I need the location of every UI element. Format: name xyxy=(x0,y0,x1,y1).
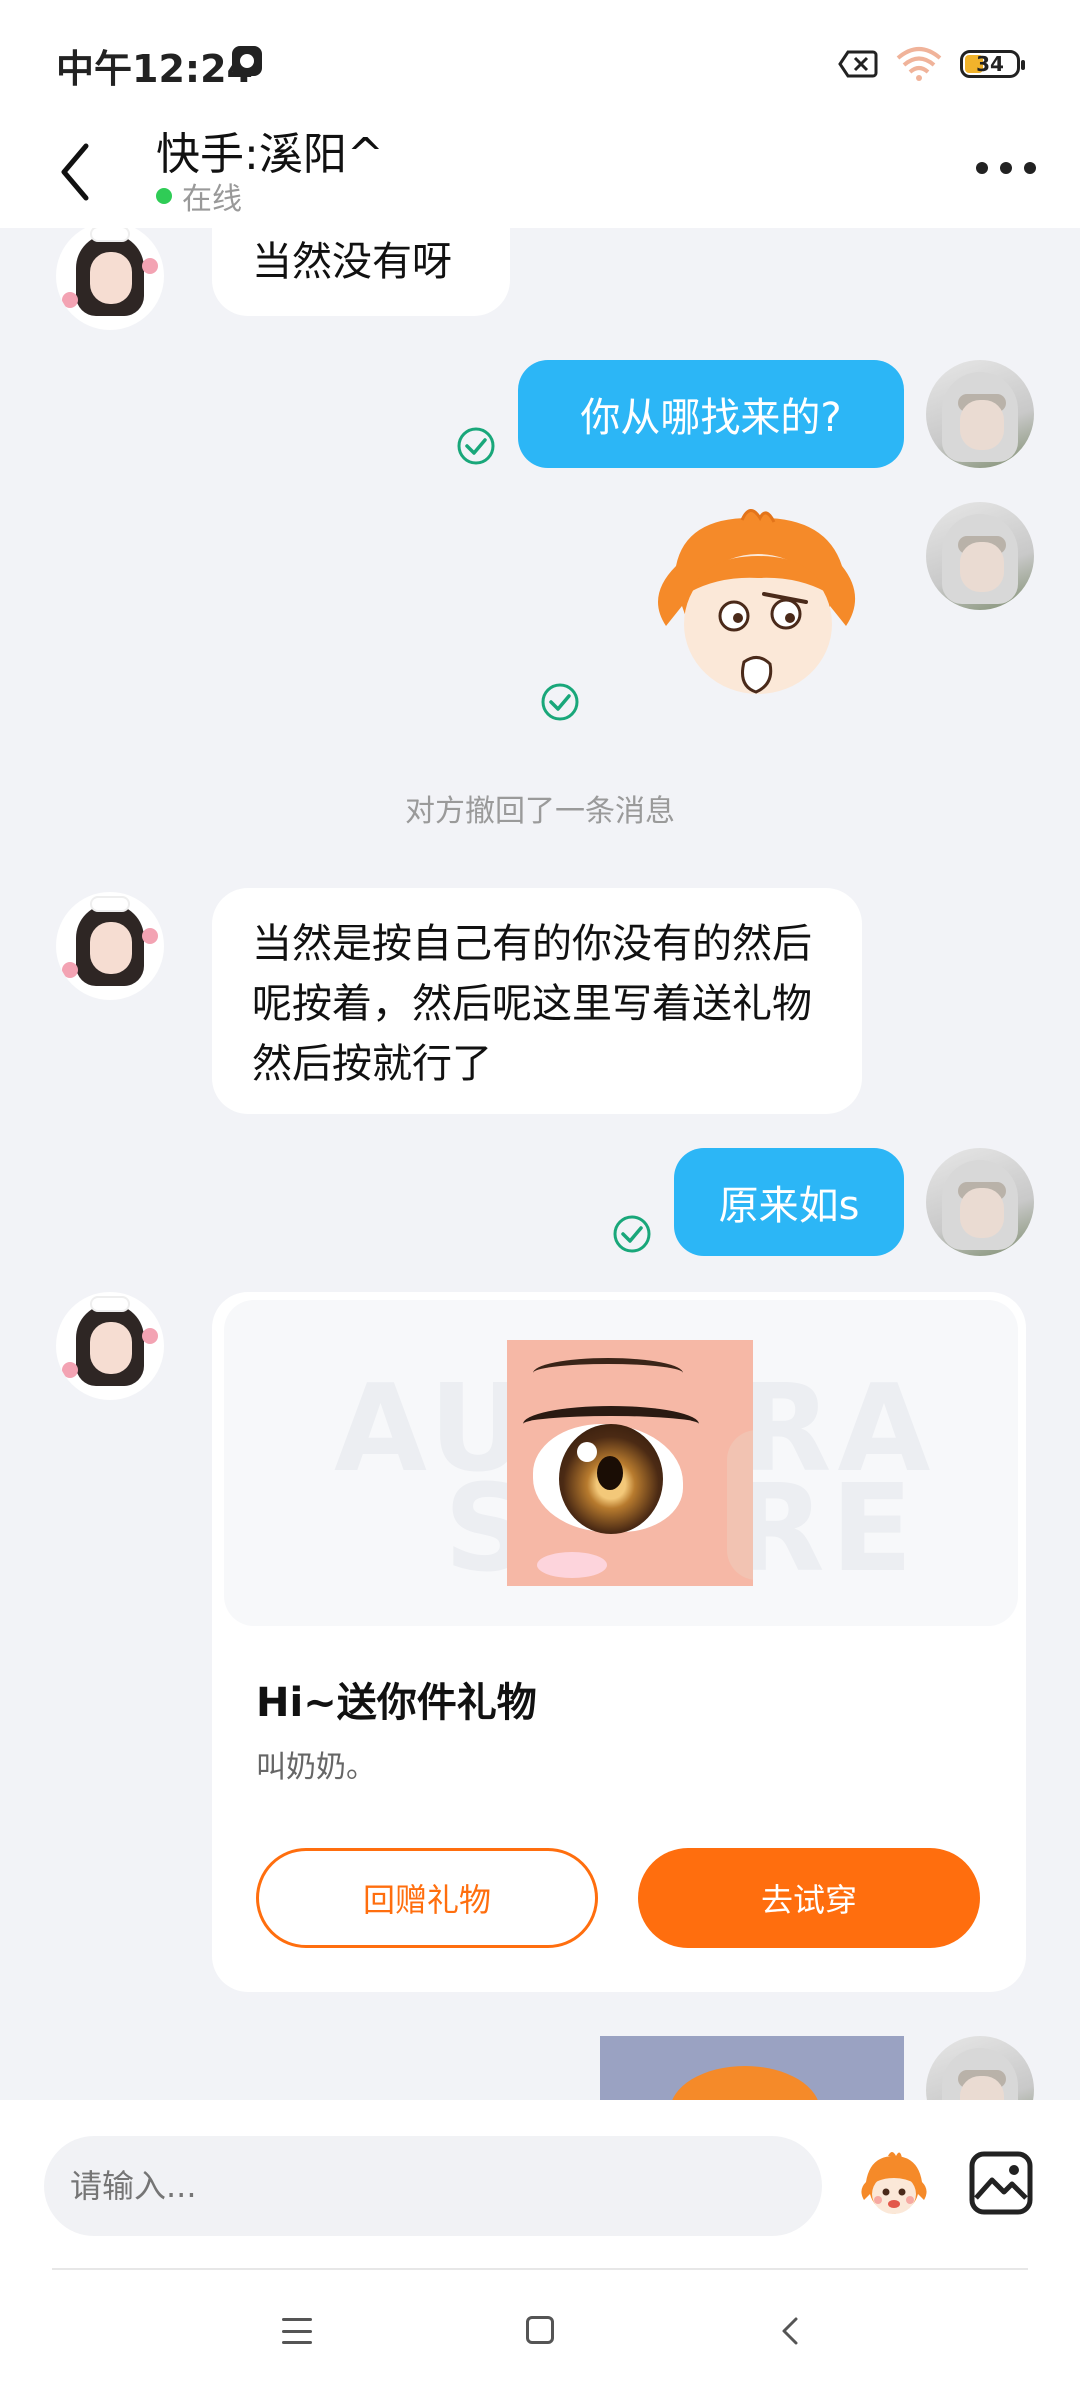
contact-avatar[interactable] xyxy=(56,228,164,330)
battery-icon: 34 xyxy=(960,50,1025,78)
online-dot-icon xyxy=(156,188,172,204)
incoming-message-bubble[interactable]: 当然没有呀 xyxy=(212,228,510,316)
message-text: 你从哪找来的? xyxy=(580,395,842,441)
read-check-icon xyxy=(541,683,579,721)
status-icons: 34 xyxy=(838,44,1025,84)
chat-header: 快手:溪阳^ 在线 xyxy=(0,112,1080,228)
recent-apps-icon[interactable] xyxy=(282,2318,312,2344)
outgoing-message-bubble[interactable]: 原来如s xyxy=(674,1148,904,1256)
my-avatar[interactable] xyxy=(926,360,1034,468)
gift-card[interactable]: AURORA STORE Hi~送你件礼物 叫奶奶。 回赠礼物 去试穿 xyxy=(212,1292,1026,1992)
system-back-icon[interactable] xyxy=(778,2316,804,2346)
sticker-image[interactable] xyxy=(646,506,866,716)
contact-avatar[interactable] xyxy=(56,892,164,1000)
return-gift-button[interactable]: 回赠礼物 xyxy=(256,1848,598,1948)
my-avatar[interactable] xyxy=(926,2036,1034,2100)
contact-name: 快手:溪阳^ xyxy=(156,129,384,180)
my-avatar[interactable] xyxy=(926,502,1034,610)
system-nav-bar xyxy=(0,2270,1080,2400)
read-check-icon xyxy=(613,1215,651,1253)
image-picker-icon[interactable] xyxy=(968,2150,1034,2216)
message-text: 当然没有呀 xyxy=(252,239,452,285)
divider xyxy=(52,2268,1028,2270)
dot-icon xyxy=(1024,162,1036,174)
gift-message: 叫奶奶。 xyxy=(256,1750,376,1785)
message-list[interactable]: 当然没有呀 你从哪找来的? 对方撤回了一条消息 当然是按自己有的你没有的然后呢按… xyxy=(0,228,1080,2100)
gift-title: Hi~送你件礼物 xyxy=(256,1680,537,1726)
outgoing-message-bubble[interactable]: 你从哪找来的? xyxy=(518,360,904,468)
gift-preview[interactable]: AURORA STORE xyxy=(224,1300,1018,1626)
dot-icon xyxy=(976,162,988,174)
status-bar: 中午12:24 34 xyxy=(0,0,1080,112)
more-options-button[interactable] xyxy=(976,148,1036,188)
read-check-icon xyxy=(457,427,495,465)
sticker-emoji-icon[interactable] xyxy=(856,2150,932,2222)
back-button[interactable] xyxy=(52,132,100,212)
online-status: 在线 xyxy=(156,174,242,218)
gift-image xyxy=(507,1340,753,1586)
status-time: 中午12:24 xyxy=(56,47,253,91)
data-off-icon xyxy=(838,50,878,78)
home-icon[interactable] xyxy=(526,2316,554,2344)
incoming-message-bubble[interactable]: 当然是按自己有的你没有的然后呢按着，然后呢这里写着送礼物然后按就行了 xyxy=(212,888,862,1114)
message-text: 原来如s xyxy=(718,1183,860,1229)
online-status-text: 在线 xyxy=(182,182,242,217)
app-notification-icon xyxy=(232,46,262,76)
contact-avatar[interactable] xyxy=(56,1292,164,1400)
wifi-icon xyxy=(896,47,942,81)
message-input[interactable] xyxy=(44,2136,822,2236)
outgoing-image[interactable] xyxy=(600,2036,904,2100)
recall-notice: 对方撤回了一条消息 xyxy=(405,794,675,829)
dot-icon xyxy=(1000,162,1012,174)
my-avatar[interactable] xyxy=(926,1148,1034,1256)
message-input-bar xyxy=(0,2100,1080,2270)
try-on-button[interactable]: 去试穿 xyxy=(638,1848,980,1948)
message-text: 当然是按自己有的你没有的然后呢按着，然后呢这里写着送礼物然后按就行了 xyxy=(252,921,812,1087)
